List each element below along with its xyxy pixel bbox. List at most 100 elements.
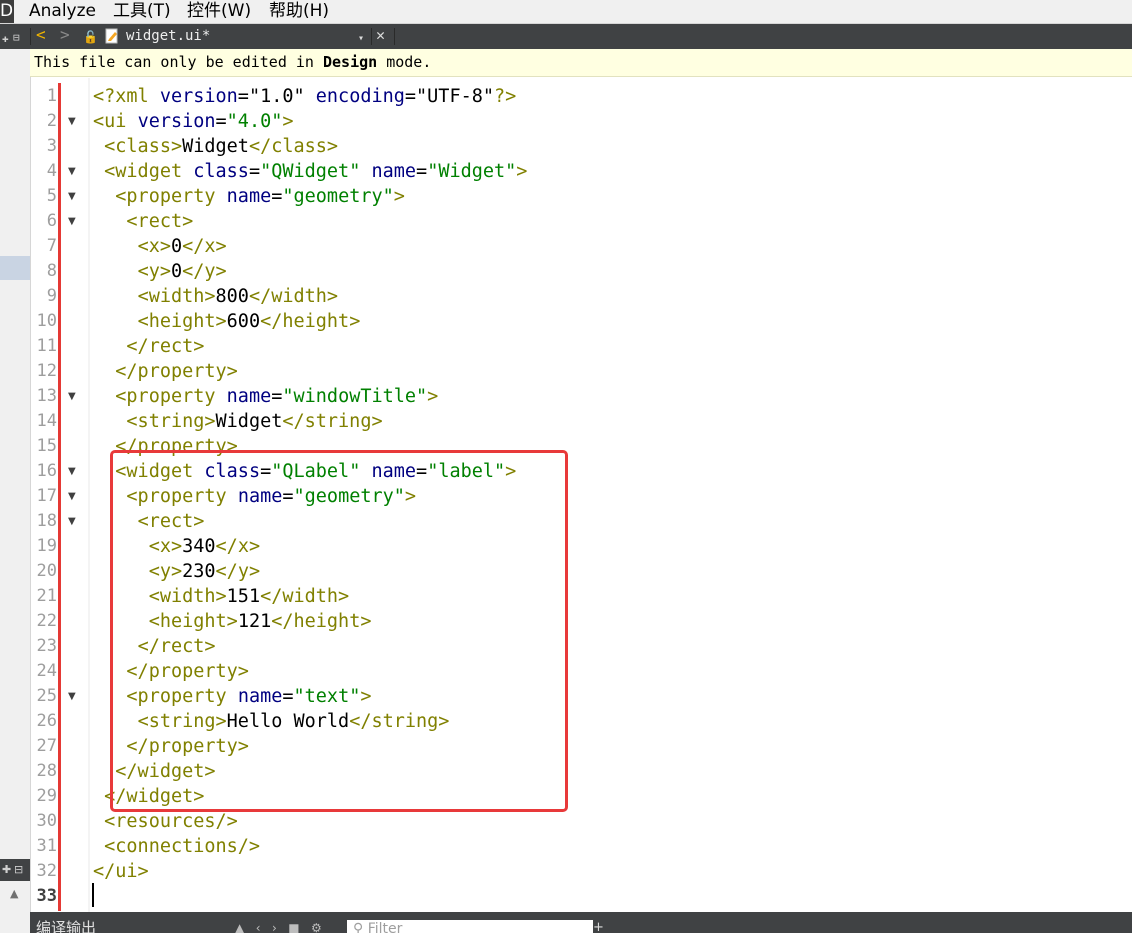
file-icon [105, 28, 118, 44]
code-token: <connections/> [104, 836, 261, 857]
code-line[interactable]: <property name="geometry"> [93, 184, 405, 209]
up-icon[interactable]: ▲ [235, 921, 244, 933]
code-token: </y> [182, 261, 227, 282]
code-token: </height> [260, 311, 361, 332]
code-line[interactable]: </property> [93, 359, 238, 384]
code-token: "QWidget" [260, 161, 361, 182]
gear-icon[interactable]: ⚙ [311, 921, 322, 933]
code-token: 600 [226, 311, 261, 332]
menu-item-controls[interactable]: 控件(W) [187, 0, 251, 22]
code-token: "geometry" [282, 186, 394, 207]
code-token: = [271, 386, 283, 407]
line-number-gutter [31, 78, 88, 912]
code-line[interactable]: <x>0</x> [93, 234, 227, 259]
code-line[interactable]: <ui version="4.0"> [93, 109, 294, 134]
code-token: </rect> [126, 336, 205, 357]
filter-placeholder: Filter [367, 921, 403, 933]
output-pane-title[interactable]: 编译输出 [36, 920, 96, 933]
close-split-icon[interactable]: ⊟ [13, 29, 20, 46]
code-token: 800 [215, 286, 249, 307]
fold-arrow-icon[interactable]: ▼ [68, 384, 78, 409]
output-pane-icons: ▲ ‹ › ■ ⚙ [235, 921, 322, 933]
fold-arrow-icon[interactable]: ▼ [68, 209, 78, 234]
stop-icon[interactable]: ■ [288, 921, 299, 933]
code-token: </class> [248, 136, 339, 157]
code-token: encoding [315, 86, 405, 107]
toolbar-divider [394, 28, 395, 45]
menu-item-help[interactable]: 帮助(H) [269, 0, 329, 22]
code-line[interactable]: <connections/> [93, 834, 260, 859]
fold-arrow-icon[interactable]: ▼ [68, 184, 78, 209]
fold-arrow-icon[interactable]: ▼ [68, 684, 78, 709]
code-line[interactable]: <width>800</width> [93, 284, 339, 309]
close-icon[interactable]: ✕ [376, 27, 385, 44]
menu-item-analyze[interactable]: Analyze [29, 0, 96, 22]
code-line[interactable]: <class>Widget</class> [93, 134, 338, 159]
editor-toolbar: ✚ ⊟ < > 🔓 widget.ui* ▾ ✕ [0, 24, 1132, 49]
back-icon[interactable]: < [36, 26, 46, 43]
code-line[interactable]: <rect> [93, 209, 193, 234]
prev-icon[interactable]: ‹ [256, 921, 261, 933]
code-line[interactable]: <resources/> [93, 809, 238, 834]
code-token: <height> [137, 311, 227, 332]
code-line[interactable]: <property name="windowTitle"> [93, 384, 438, 409]
code-line[interactable]: <height>600</height> [93, 309, 361, 334]
code-token: version [159, 86, 238, 107]
close-split-icon[interactable]: ⊟ [14, 863, 23, 876]
sidebar-pane-header: ✚ ⊟ [0, 859, 30, 881]
code-token: "1.0" [248, 86, 305, 107]
code-line[interactable]: <string>Widget</string> [93, 409, 383, 434]
code-token: "Widget" [427, 161, 517, 182]
code-line[interactable]: <widget class="QWidget" name="Widget"> [93, 159, 527, 184]
output-filter-input[interactable]: ⚲ Filter [347, 920, 593, 933]
code-line[interactable]: </rect> [93, 334, 204, 359]
code-token: = [248, 161, 261, 182]
code-token: 0 [170, 236, 183, 257]
change-marker-bar [58, 83, 61, 911]
code-token: "4.0" [226, 111, 283, 132]
code-token: <property [115, 386, 227, 407]
code-token: <y> [137, 261, 171, 282]
design-mode-infobar: This file can only be edited in Design m… [30, 49, 1132, 77]
fold-arrow-icon[interactable]: ▼ [68, 159, 78, 184]
next-icon[interactable]: › [272, 921, 277, 933]
scroll-up-icon[interactable]: ▲ [10, 887, 18, 900]
code-token: = [215, 111, 227, 132]
forward-icon[interactable]: > [60, 26, 70, 43]
code-line[interactable]: </ui> [93, 859, 149, 884]
lock-icon[interactable]: 🔓 [83, 29, 98, 46]
split-icon[interactable]: ✚ [2, 30, 9, 47]
chevron-down-icon[interactable]: ▾ [358, 30, 364, 47]
code-token: 0 [170, 261, 183, 282]
code-token: </ui> [93, 861, 149, 882]
fold-arrow-icon[interactable]: ▼ [68, 509, 78, 534]
toolbar-divider [371, 28, 372, 45]
code-line[interactable]: <y>0</y> [93, 259, 227, 284]
plus-icon[interactable]: + [593, 920, 604, 933]
code-token: <ui [93, 111, 138, 132]
fold-arrow-icon[interactable]: ▼ [68, 459, 78, 484]
sidebar-selected-item[interactable] [0, 256, 30, 280]
code-token: </string> [282, 411, 383, 432]
menu-item-tools[interactable]: 工具(T) [113, 0, 171, 22]
output-pane-header: 编译输出 ▲ ‹ › ■ ⚙ ⚲ Filter + [30, 912, 1132, 933]
split-icon[interactable]: ✚ [2, 863, 11, 876]
open-file-name[interactable]: widget.ui* [126, 28, 210, 45]
menu-item-debug[interactable]: D) [0, 0, 14, 23]
infobar-design-word: Design [322, 53, 378, 71]
fold-arrow-icon[interactable]: ▼ [68, 484, 78, 509]
code-line[interactable]: <?xml version="1.0" encoding="UTF-8"?> [93, 84, 516, 109]
code-token: name [371, 161, 417, 182]
toolbar-divider [30, 28, 31, 45]
code-token: </property> [115, 361, 238, 382]
fold-arrow-icon[interactable]: ▼ [68, 109, 78, 134]
